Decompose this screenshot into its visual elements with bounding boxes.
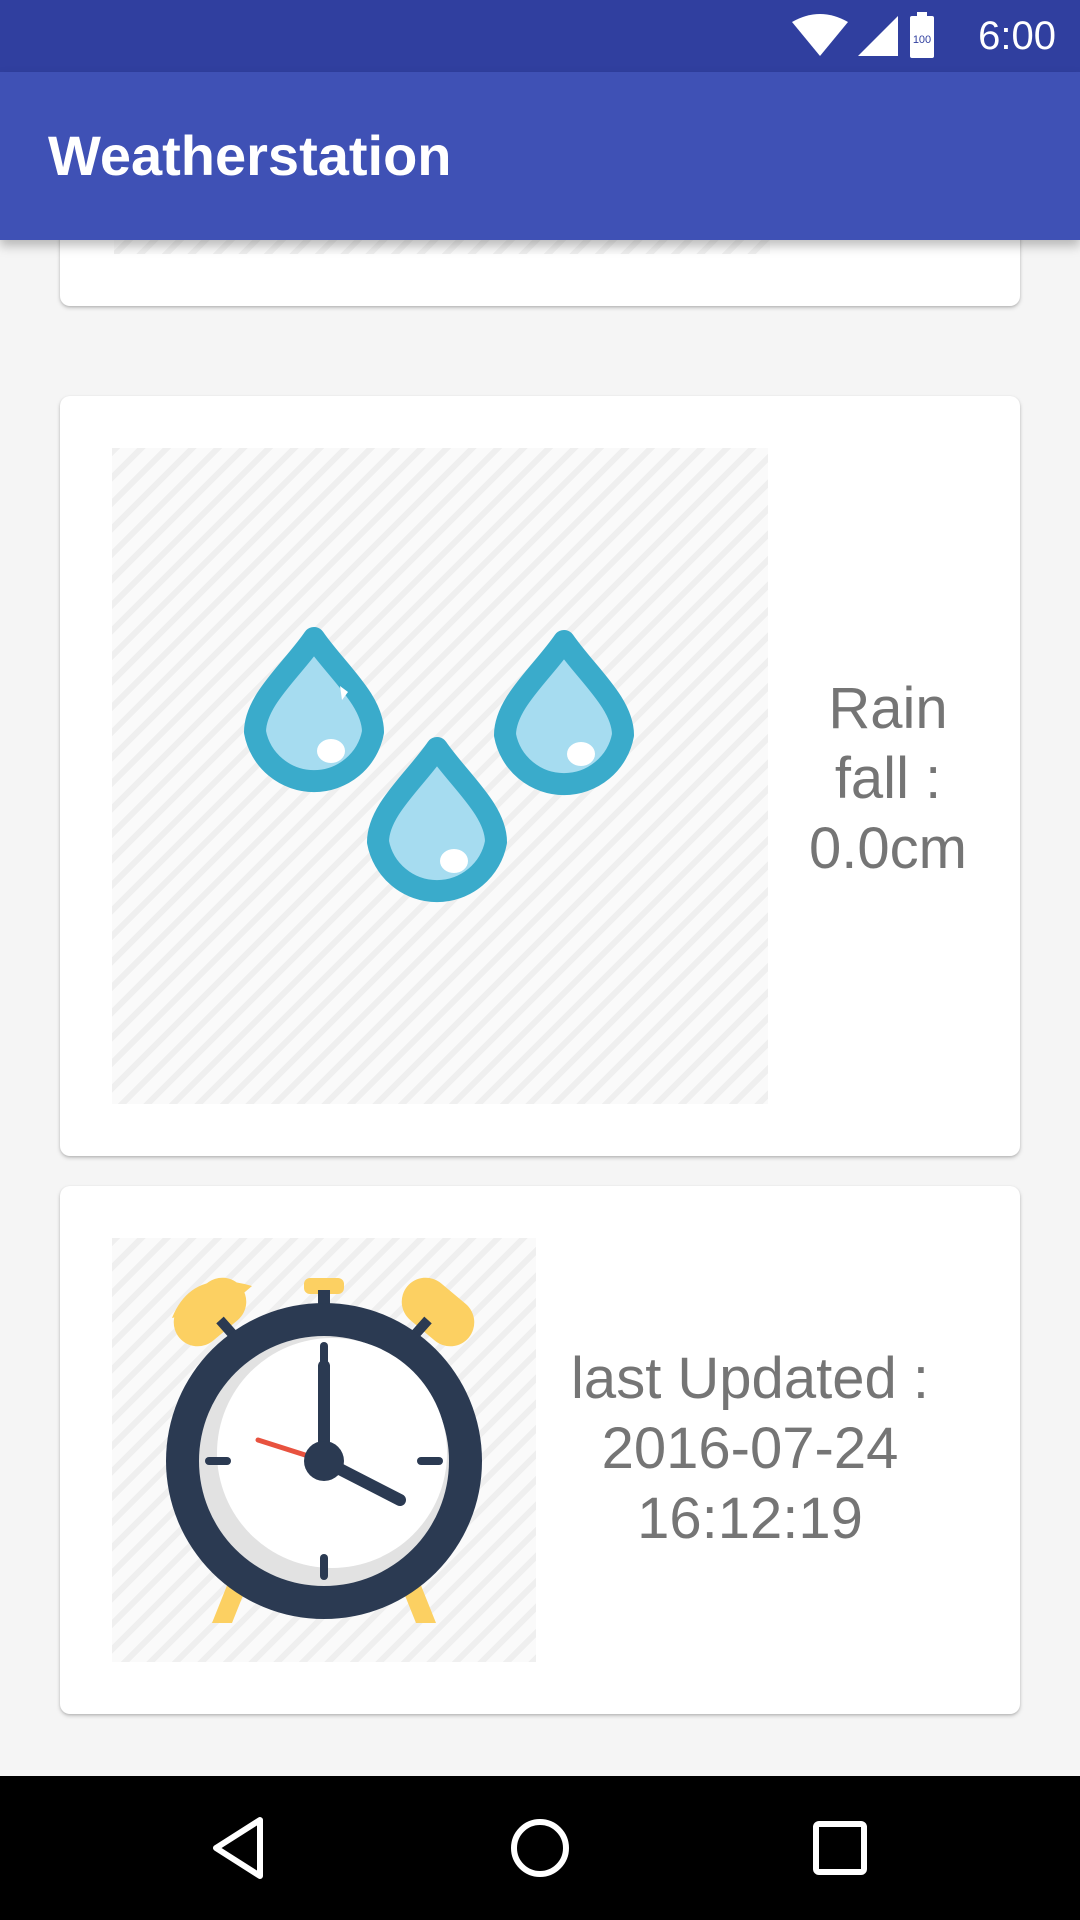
home-icon[interactable] — [504, 1812, 576, 1884]
back-icon[interactable] — [204, 1812, 276, 1884]
app-bar: Weatherstation — [0, 72, 1080, 240]
last-updated-date: 2016-07-24 — [601, 1416, 899, 1481]
last-updated-time: 16:12:19 — [637, 1486, 863, 1551]
last-updated-card: last Updated : 2016-07-24 16:12:19 — [60, 1186, 1020, 1714]
last-updated-text: last Updated : 2016-07-24 16:12:19 — [540, 1344, 960, 1554]
rainfall-label-line1: Rain — [828, 676, 948, 741]
card-partial-image — [114, 240, 770, 254]
card-partial — [60, 240, 1020, 306]
status-icons: 100 — [792, 12, 934, 58]
status-bar: 100 6:00 — [0, 0, 1080, 72]
app-title: Weatherstation — [48, 124, 452, 187]
battery-icon: 100 — [910, 12, 934, 58]
wifi-icon — [792, 14, 848, 56]
signal-icon — [858, 16, 898, 56]
rainfall-value: 0.0cm — [809, 816, 967, 881]
rainfall-card: Rain fall : 0.0cm — [60, 396, 1020, 1156]
rainfall-label-line2: fall : — [834, 746, 942, 811]
alarm-clock-icon — [166, 1277, 482, 1623]
rainfall-image — [112, 448, 768, 1104]
navigation-bar — [0, 1776, 1080, 1920]
battery-label: 100 — [913, 34, 931, 46]
last-updated-label: last Updated : — [571, 1346, 929, 1411]
rainfall-text: Rain fall : 0.0cm — [772, 674, 1004, 884]
raindrops-icon — [244, 627, 634, 903]
recents-icon[interactable] — [804, 1812, 876, 1884]
status-time: 6:00 — [978, 14, 1056, 58]
card-list[interactable]: Rain fall : 0.0cm last Updated: 2016-07… — [0, 240, 1080, 1776]
last-updated-image — [112, 1238, 536, 1662]
